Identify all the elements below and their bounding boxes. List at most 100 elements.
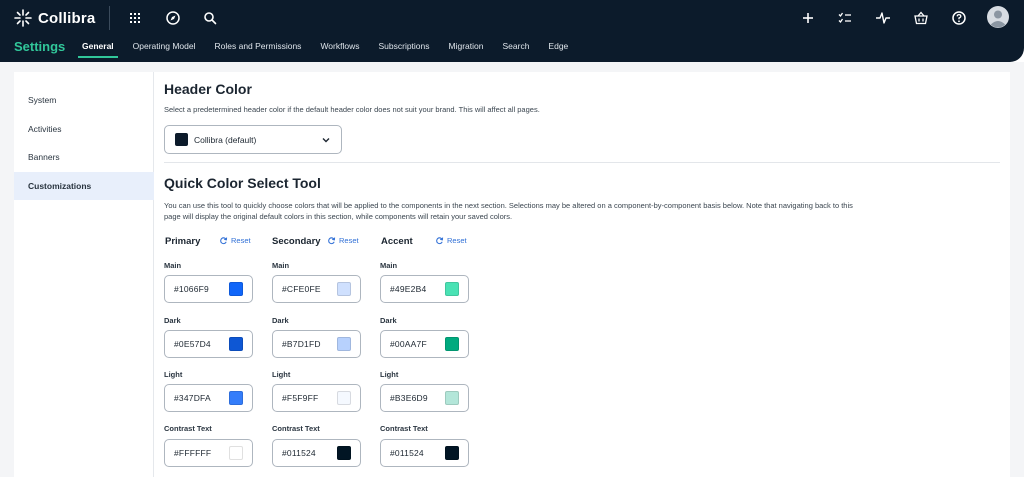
accent-main-label: Main	[380, 261, 398, 270]
secondary-main-hex: #CFE0FE	[282, 284, 321, 294]
tab-general[interactable]: General	[78, 41, 118, 58]
accent-light-input[interactable]: #B3E6D9	[380, 384, 469, 412]
primary-dark-hex: #0E57D4	[174, 339, 211, 349]
header-color-selected: Collibra (default)	[194, 134, 257, 145]
accent-contrast-swatch[interactable]	[445, 446, 459, 460]
apps-grid-icon[interactable]	[126, 9, 144, 27]
chevron-down-icon	[322, 138, 330, 143]
secondary-light-swatch[interactable]	[337, 391, 351, 405]
primary-light-input[interactable]: #347DFA	[164, 384, 253, 412]
section-divider	[164, 162, 1000, 163]
accent-dark-hex: #00AA7F	[390, 339, 427, 349]
search-icon[interactable]	[201, 9, 219, 27]
tab-migration[interactable]: Migration	[449, 41, 484, 57]
basket-icon[interactable]	[912, 9, 930, 27]
plus-icon[interactable]	[799, 9, 817, 27]
brand-name: Collibra	[38, 9, 96, 27]
accent-dark-input[interactable]: #00AA7F	[380, 330, 469, 358]
refresh-icon	[328, 237, 336, 245]
primary-main-swatch[interactable]	[229, 282, 243, 296]
secondary-contrast-input[interactable]: #011524	[272, 439, 361, 467]
secondary-contrast-label: Contrast Text	[272, 424, 320, 433]
secondary-reset-label: Reset	[339, 236, 359, 245]
secondary-light-hex: #F5F9FF	[282, 393, 319, 403]
accent-main-hex: #49E2B4	[390, 284, 427, 294]
quick-color-description-line1: You can use this tool to quickly choose …	[164, 201, 853, 210]
accent-reset-label: Reset	[447, 236, 467, 245]
refresh-icon	[436, 237, 444, 245]
primary-dark-label: Dark	[164, 316, 181, 325]
accent-contrast-hex: #011524	[390, 448, 424, 458]
tab-workflows[interactable]: Workflows	[320, 41, 359, 57]
primary-main-hex: #1066F9	[174, 284, 209, 294]
quick-color-description-line2: page will display the original default c…	[164, 212, 513, 221]
accent-dark-label: Dark	[380, 316, 397, 325]
primary-reset-label: Reset	[231, 236, 251, 245]
secondary-dark-label: Dark	[272, 316, 289, 325]
secondary-dark-swatch[interactable]	[337, 337, 351, 351]
secondary-light-input[interactable]: #F5F9FF	[272, 384, 361, 412]
primary-light-hex: #347DFA	[174, 393, 211, 403]
primary-main-input[interactable]: #1066F9	[164, 275, 253, 303]
secondary-dark-input[interactable]: #B7D1FD	[272, 330, 361, 358]
quick-color-title: Quick Color Select Tool	[164, 175, 321, 191]
header-color-select[interactable]: Collibra (default)	[164, 125, 342, 154]
settings-sidebar: System Activities Banners Customizations	[14, 72, 154, 477]
primary-contrast-swatch[interactable]	[229, 446, 243, 460]
top-header: Collibra Settings General Operating Mode…	[0, 0, 1024, 62]
accent-dark-swatch[interactable]	[445, 337, 459, 351]
secondary-main-label: Main	[272, 261, 290, 270]
secondary-main-input[interactable]: #CFE0FE	[272, 275, 361, 303]
tab-edge[interactable]: Edge	[548, 41, 568, 57]
sidebar-item-system[interactable]: System	[14, 86, 154, 114]
settings-title: Settings	[14, 39, 66, 54]
secondary-reset-button[interactable]: Reset	[327, 236, 359, 245]
primary-contrast-input[interactable]: #FFFFFF	[164, 439, 253, 467]
secondary-contrast-swatch[interactable]	[337, 446, 351, 460]
refresh-icon	[220, 237, 228, 245]
header-color-description: Select a predetermined header color if t…	[164, 105, 540, 114]
primary-dark-swatch[interactable]	[229, 337, 243, 351]
tab-search[interactable]: Search	[502, 41, 529, 57]
task-list-icon[interactable]	[836, 9, 854, 27]
accent-column-title: Accent	[381, 236, 413, 247]
secondary-main-swatch[interactable]	[337, 282, 351, 296]
secondary-contrast-hex: #011524	[282, 448, 316, 458]
collibra-logo-icon	[14, 9, 32, 27]
accent-light-swatch[interactable]	[445, 391, 459, 405]
sidebar-item-banners[interactable]: Banners	[14, 143, 154, 171]
activity-icon[interactable]	[874, 9, 892, 27]
customizations-panel: Header Color Select a predetermined head…	[154, 72, 1010, 477]
header-divider	[109, 6, 110, 30]
primary-light-label: Light	[164, 370, 183, 379]
sidebar-item-activities[interactable]: Activities	[14, 115, 154, 143]
primary-light-swatch[interactable]	[229, 391, 243, 405]
accent-contrast-label: Contrast Text	[380, 424, 428, 433]
settings-nav-tabs: General Operating Model Roles and Permis…	[78, 41, 587, 58]
primary-dark-input[interactable]: #0E57D4	[164, 330, 253, 358]
collibra-logo[interactable]: Collibra	[14, 7, 95, 29]
user-avatar-icon[interactable]	[987, 6, 1009, 28]
header-color-title: Header Color	[164, 81, 252, 97]
primary-contrast-hex: #FFFFFF	[174, 448, 212, 458]
primary-contrast-label: Contrast Text	[164, 424, 212, 433]
tab-operating-model[interactable]: Operating Model	[133, 41, 196, 57]
sidebar-item-customizations[interactable]: Customizations	[14, 172, 154, 200]
primary-column-title: Primary	[165, 236, 201, 247]
primary-main-label: Main	[164, 261, 182, 270]
help-icon[interactable]	[950, 9, 968, 27]
accent-reset-button[interactable]: Reset	[435, 236, 467, 245]
accent-light-hex: #B3E6D9	[390, 393, 428, 403]
header-color-swatch	[175, 133, 188, 146]
tab-roles-and-permissions[interactable]: Roles and Permissions	[215, 41, 302, 57]
accent-main-input[interactable]: #49E2B4	[380, 275, 469, 303]
primary-reset-button[interactable]: Reset	[219, 236, 251, 245]
accent-main-swatch[interactable]	[445, 282, 459, 296]
accent-light-label: Light	[380, 370, 399, 379]
secondary-light-label: Light	[272, 370, 291, 379]
secondary-dark-hex: #B7D1FD	[282, 339, 321, 349]
accent-contrast-input[interactable]: #011524	[380, 439, 469, 467]
tab-subscriptions[interactable]: Subscriptions	[378, 41, 429, 57]
secondary-column-title: Secondary	[272, 236, 321, 247]
compass-icon[interactable]	[164, 9, 182, 27]
